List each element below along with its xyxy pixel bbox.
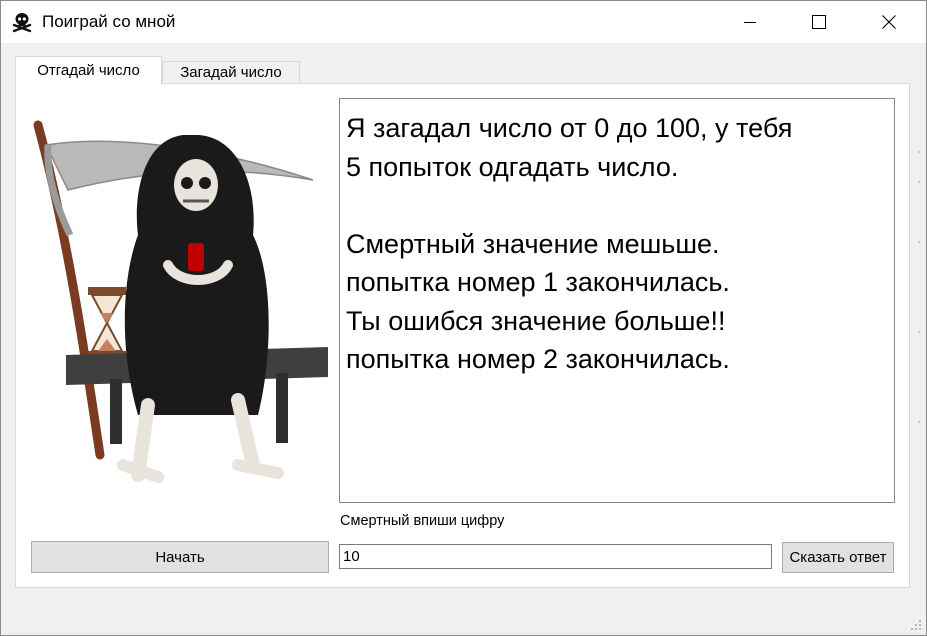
submit-answer-button[interactable]: Сказать ответ xyxy=(782,542,894,573)
answer-input[interactable] xyxy=(339,544,772,569)
output-line: Я загадал число от 0 до 100, у тебя xyxy=(346,113,793,143)
game-output-text[interactable]: Я загадал число от 0 до 100, у тебя 5 по… xyxy=(339,98,895,503)
tab-make-number[interactable]: Загадай число xyxy=(162,61,300,84)
start-button[interactable]: Начать xyxy=(31,541,329,573)
maximize-button[interactable] xyxy=(796,1,842,43)
output-line: попытка номер 1 закончилась. xyxy=(346,267,730,297)
app-window: Поиграй со мной Отгадай число Загадай чи… xyxy=(0,0,927,636)
maximize-icon xyxy=(812,15,826,29)
minimize-button[interactable] xyxy=(727,1,773,43)
output-line: 5 попыток одгадать число. xyxy=(346,151,679,182)
close-button[interactable] xyxy=(866,1,912,43)
output-line: ​ xyxy=(346,186,888,225)
output-line: Смертный значение мешьше. xyxy=(346,228,720,259)
output-line: попытка номер 2 закончилась. xyxy=(346,344,730,374)
resize-grip-icon[interactable] xyxy=(909,618,923,632)
skull-crossbones-icon xyxy=(12,13,32,33)
minimize-icon xyxy=(744,22,756,23)
grim-reaper-illustration xyxy=(33,120,328,483)
close-icon xyxy=(882,15,896,29)
window-edge-marks xyxy=(918,151,920,423)
tab-guess-number[interactable]: Отгадай число xyxy=(15,56,162,85)
input-prompt-label: Смертный впиши цифру xyxy=(340,513,505,529)
title-bar[interactable]: Поиграй со мной xyxy=(1,1,926,43)
output-line: Ты ошибся значение больше!! xyxy=(346,305,726,336)
window-title: Поиграй со мной xyxy=(42,12,176,31)
